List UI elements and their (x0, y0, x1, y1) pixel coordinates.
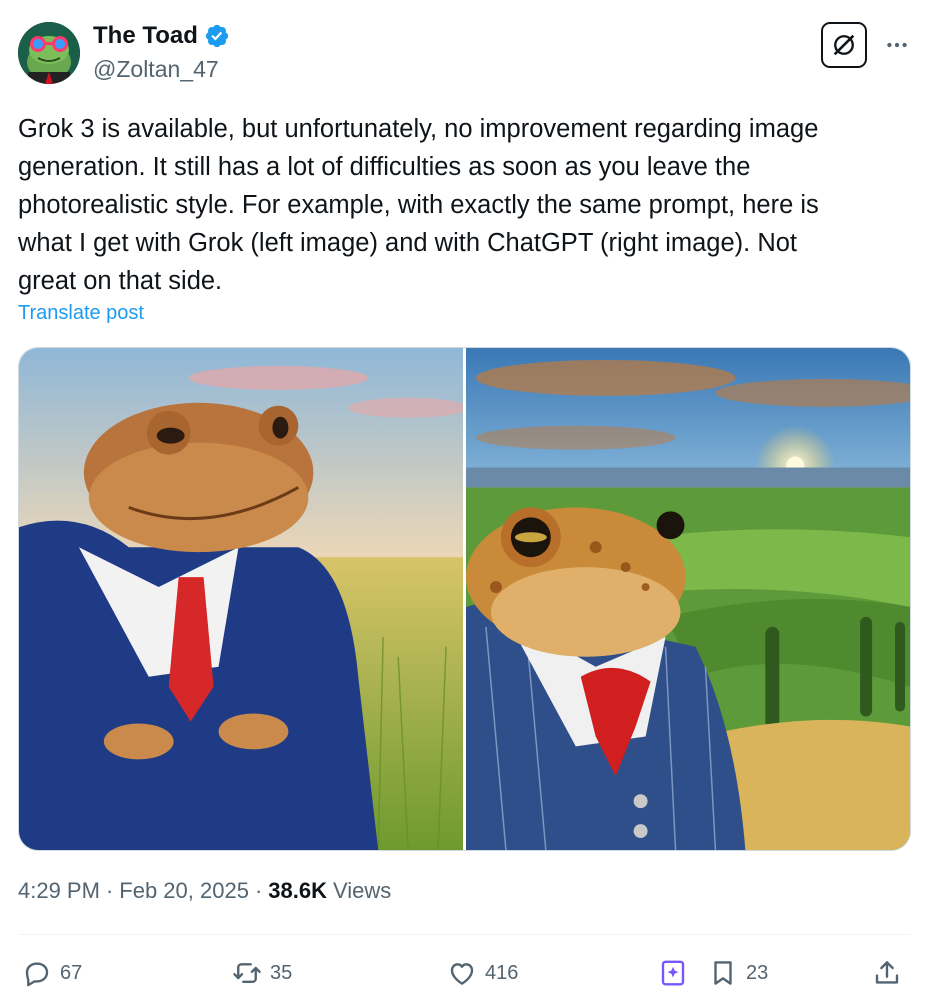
more-options-button[interactable] (880, 28, 914, 62)
action-bar: 67 35 416 23 (0, 950, 926, 998)
post-date[interactable]: Feb 20, 2025 (119, 878, 249, 904)
bookmark-icon (714, 961, 732, 985)
translate-post-link[interactable]: Translate post (18, 302, 144, 325)
reply-button[interactable]: 67 (22, 950, 82, 996)
heart-icon (450, 963, 474, 985)
like-count: 416 (485, 961, 519, 984)
share-button[interactable] (872, 950, 902, 996)
grok-icon (833, 34, 855, 56)
toad-avatar-icon (18, 22, 80, 84)
verified-badge-icon[interactable] (204, 23, 230, 49)
reply-count: 67 (60, 961, 83, 984)
post-text: Grok 3 is available, but unfortunately, … (18, 115, 819, 295)
repost-button[interactable]: 35 (232, 950, 292, 996)
media-grid (18, 347, 911, 851)
toad-in-pinstripe-suit-image (466, 348, 910, 850)
bookmark-count: 23 (746, 961, 769, 984)
reply-icon (25, 962, 49, 987)
meta-separator: · (105, 878, 114, 903)
grok-button[interactable] (821, 22, 867, 68)
author-handle[interactable]: @Zoltan_47 (93, 56, 219, 83)
views-count: 38.6K (268, 878, 327, 903)
media-image-left[interactable] (19, 348, 463, 850)
toad-in-suit-image (19, 348, 463, 850)
post-time[interactable]: 4:29 PM (18, 878, 100, 904)
repost-icon (233, 963, 261, 983)
divider (18, 934, 911, 935)
grok-explain-button[interactable] (658, 950, 688, 996)
share-icon (875, 961, 899, 984)
author-display-name[interactable]: The Toad (93, 22, 198, 50)
views-label: Views (332, 878, 392, 903)
grok-analyze-icon (661, 960, 685, 986)
like-button[interactable]: 416 (447, 950, 518, 996)
media-image-right[interactable] (466, 348, 910, 850)
post-meta: 4:29 PM · Feb 20, 2025 · 38.6K Views (18, 878, 391, 904)
bookmark-button[interactable]: 23 (708, 950, 768, 996)
avatar[interactable] (18, 22, 80, 84)
author-name-row: The Toad (93, 22, 230, 50)
repost-count: 35 (270, 961, 293, 984)
meta-separator: · (254, 878, 263, 903)
ellipsis-icon (887, 42, 907, 48)
